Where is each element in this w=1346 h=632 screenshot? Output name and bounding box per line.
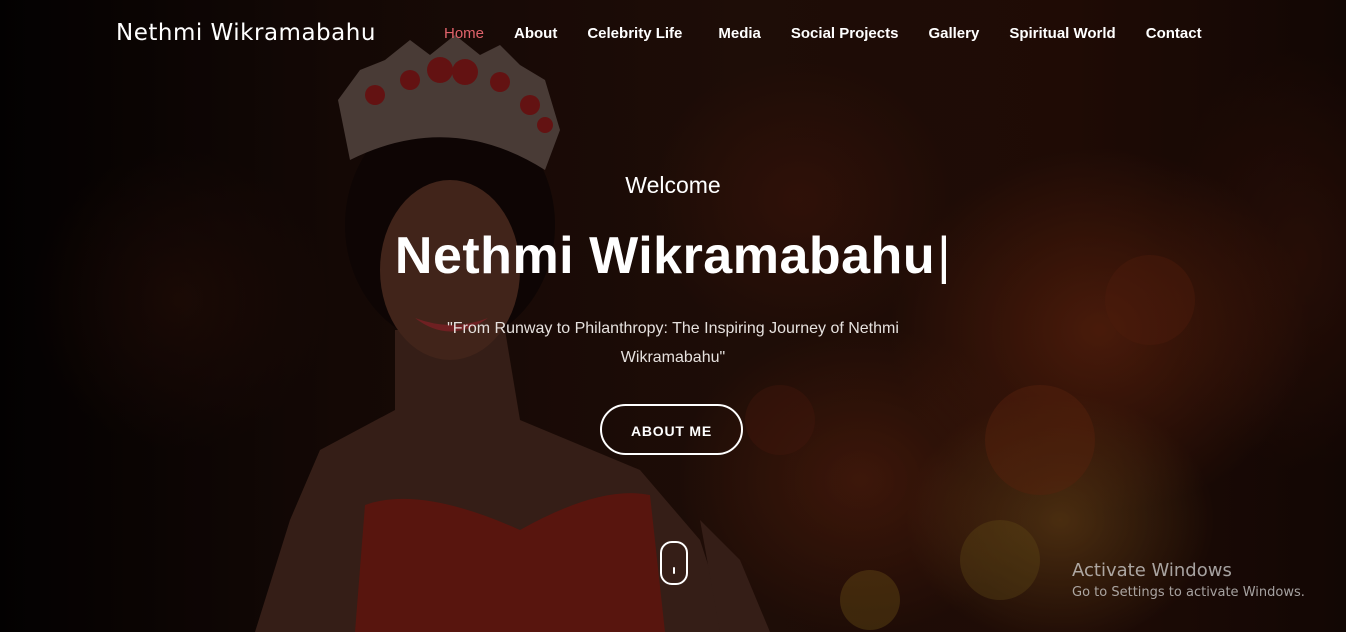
scroll-down-icon[interactable] xyxy=(660,541,688,585)
hero-tagline: "From Runway to Philanthropy: The Inspir… xyxy=(447,320,899,366)
typing-caret: | xyxy=(937,227,952,285)
about-me-button[interactable]: ABOUT ME xyxy=(600,404,743,455)
activate-windows-title: Activate Windows xyxy=(1072,560,1232,581)
nav-item-about[interactable]: About xyxy=(514,25,557,42)
nav-item-home[interactable]: Home xyxy=(444,25,484,42)
hero-welcome: Welcome xyxy=(625,172,721,198)
nav-item-media[interactable]: Media xyxy=(718,25,761,42)
nav-item-gallery[interactable]: Gallery xyxy=(928,25,979,42)
scroll-wheel-indicator xyxy=(673,567,675,574)
activate-windows-subtitle: Go to Settings to activate Windows. xyxy=(1072,585,1305,600)
site-brand[interactable]: Nethmi Wikramabahu xyxy=(116,20,376,46)
main-nav: Home About Celebrity Life Media Social Proje… xyxy=(444,25,1202,42)
nav-item-celebrity-life[interactable]: Celebrity Life xyxy=(587,25,682,42)
windows-activation-watermark: Activate Windows Go to Settings to activ… xyxy=(1072,560,1305,600)
nav-item-spiritual-world[interactable]: Spiritual World xyxy=(1009,25,1115,42)
nav-item-contact[interactable]: Contact xyxy=(1146,25,1202,42)
nav-item-social-projects[interactable]: Social Projects xyxy=(791,25,899,42)
hero-title-text: Nethmi Wikramabahu xyxy=(394,227,936,285)
hero-section: Nethmi Wikramabahu Home About Celebrity Li… xyxy=(0,0,1346,632)
top-navbar: Nethmi Wikramabahu Home About Celebrity Li… xyxy=(0,0,1346,70)
hero-title: Nethmi Wikramabahu| xyxy=(0,226,1346,286)
